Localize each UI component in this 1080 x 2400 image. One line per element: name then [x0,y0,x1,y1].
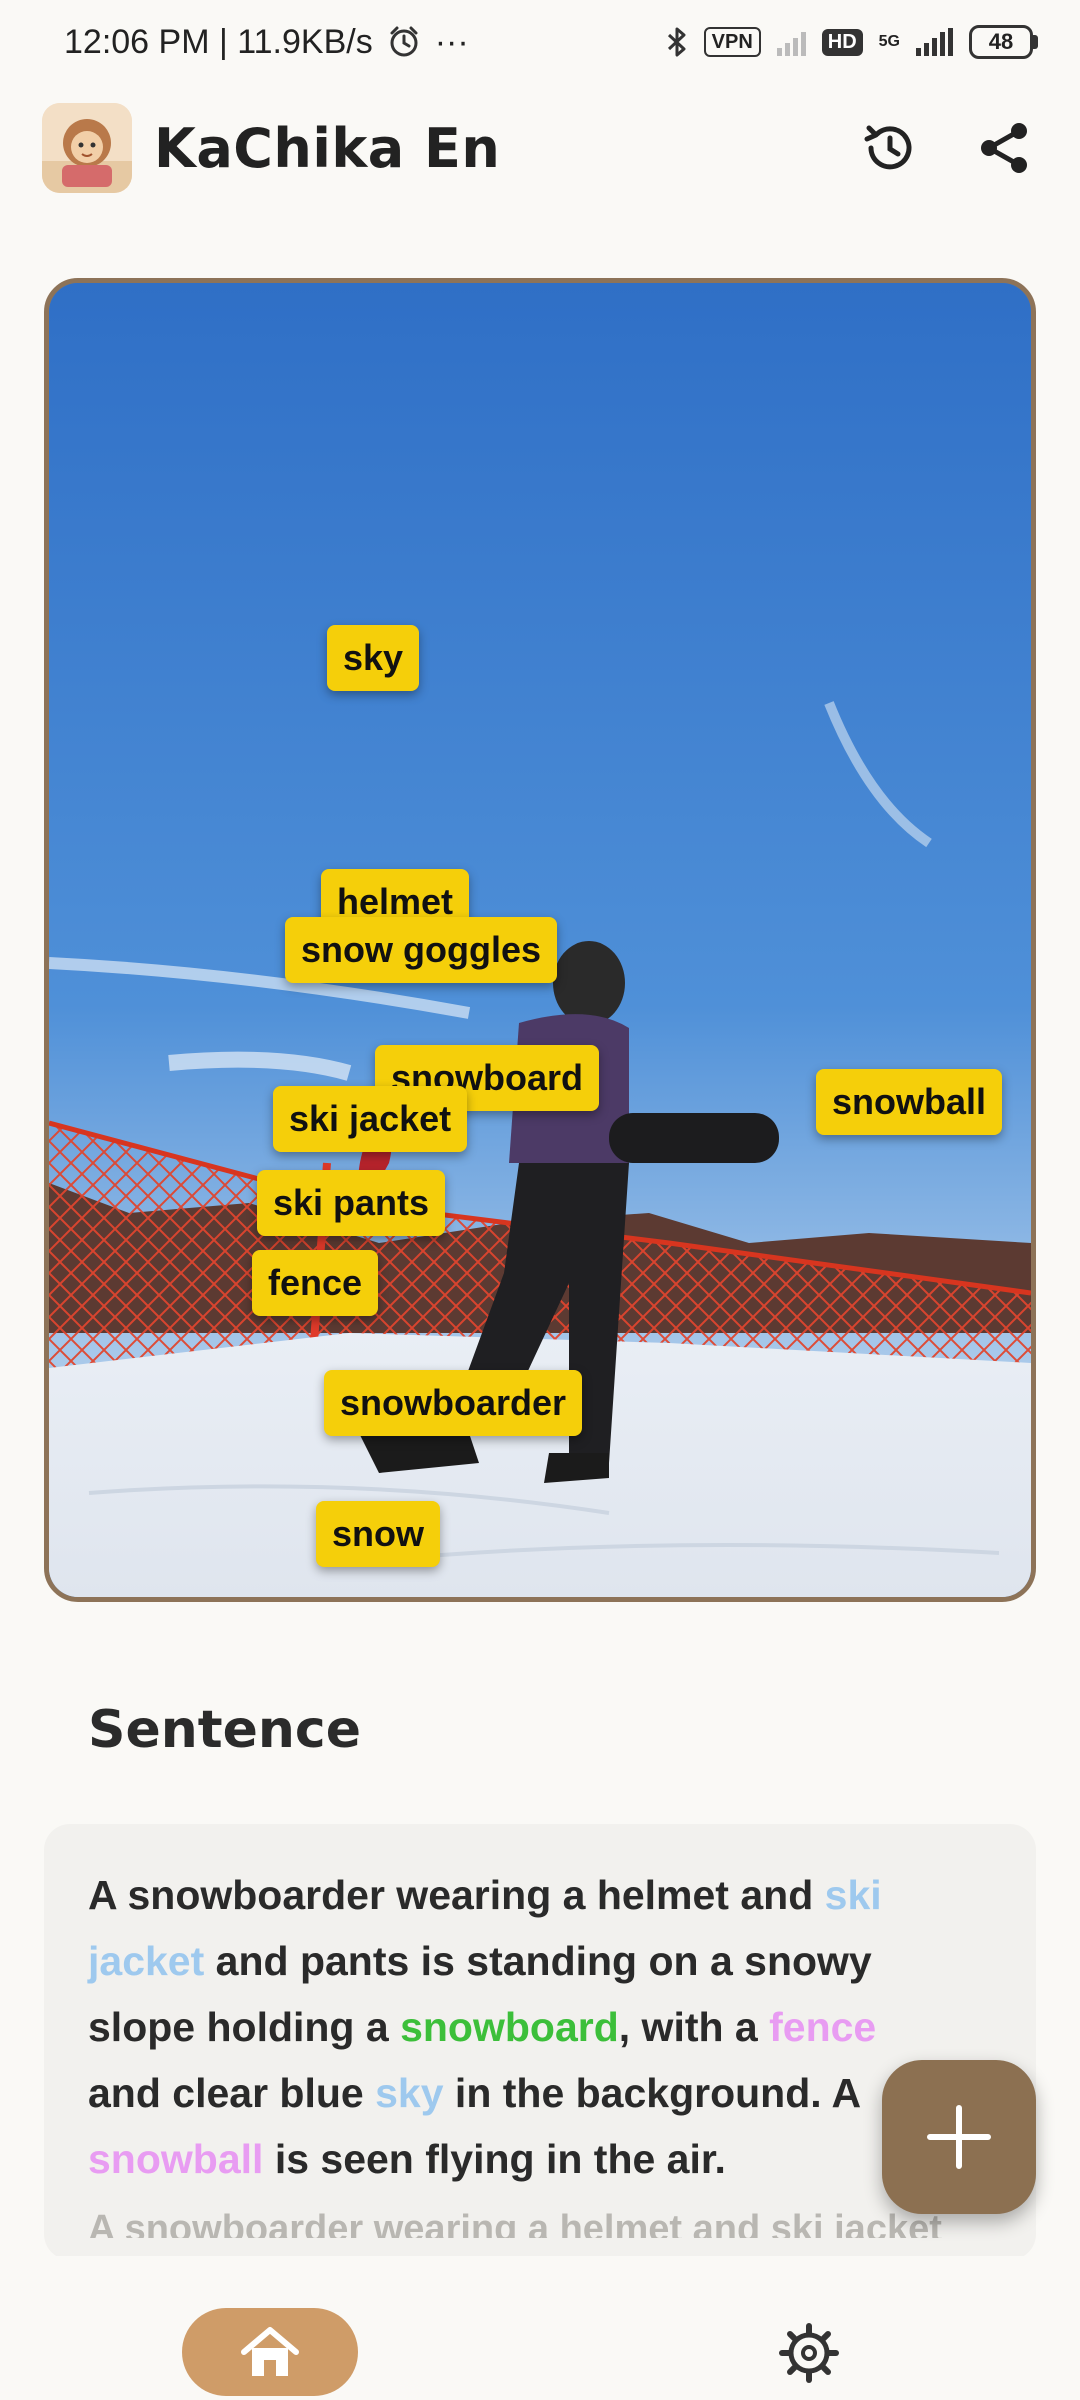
sentence-text: A snowboarder wearing a helmet and ski j… [88,1862,992,2192]
battery-icon: 48 [969,25,1038,59]
status-left: 12:06 PM | 11.9KB/s ··· [64,23,469,62]
photo-label[interactable]: fence [252,1250,379,1316]
app-header: KaChika En [42,100,1038,196]
history-button[interactable] [856,115,922,181]
history-icon [864,125,912,170]
highlight-word[interactable]: snowball [88,2136,263,2182]
highlight-word[interactable]: fence [769,2004,876,2050]
bottom-nav [0,2256,1080,2400]
highlight-word[interactable]: sky [375,2070,443,2116]
status-right: VPN HD 5G 48 [666,25,1038,59]
photo-label[interactable]: ski jacket [273,1086,468,1152]
signal-strong-icon [916,28,953,56]
alarm-icon [390,26,418,57]
sentence-part: and clear blue [88,2070,376,2116]
app-title: KaChika En [154,116,501,180]
photo-label[interactable]: snowball [816,1069,1003,1135]
photo-label[interactable]: sky [327,625,420,691]
photo-label[interactable]: ski pants [257,1170,446,1236]
sentence-cut-off-line: A snowboarder wearing a helmet and ski j… [88,2208,942,2238]
photo-label[interactable]: snow [316,1501,441,1567]
share-icon [981,123,1027,173]
battery-level: 48 [988,29,1014,54]
signal-weak-icon [776,28,806,56]
sentence-part: , with a [618,2004,770,2050]
photo-label[interactable]: snow goggles [285,917,558,983]
share-button[interactable] [972,115,1038,181]
hd-badge: HD [821,28,863,56]
bluetooth-icon [667,27,686,57]
home-icon [241,2327,299,2376]
app-logo [42,103,132,193]
highlight-word[interactable]: snowboard [400,2004,619,2050]
add-button[interactable] [882,2060,1036,2214]
photo-card[interactable]: sky helmet snow goggles snowboard snowba… [44,278,1036,1602]
photo-label[interactable]: snowboarder [324,1370,583,1436]
settings-gear-icon [779,2323,839,2383]
network-type: 5G [878,33,900,50]
nav-home-tab[interactable] [182,2308,358,2396]
nav-settings-tab[interactable] [774,2318,844,2388]
sentence-part: is seen flying in the air. [263,2136,726,2182]
plus-icon [927,2105,991,2169]
sentence-part: A snowboarder wearing a helmet and [88,1872,825,1918]
header-actions [856,115,1038,181]
sentence-title: Sentence [88,1700,361,1760]
status-bar: 12:06 PM | 11.9KB/s ··· VPN HD 5G 48 [0,0,1080,84]
more-notifications: ··· [434,22,469,61]
vpn-badge: VPN [703,27,761,57]
sentence-part: in the background. A [443,2070,860,2116]
time-and-speed: 12:06 PM | 11.9KB/s [64,22,373,61]
